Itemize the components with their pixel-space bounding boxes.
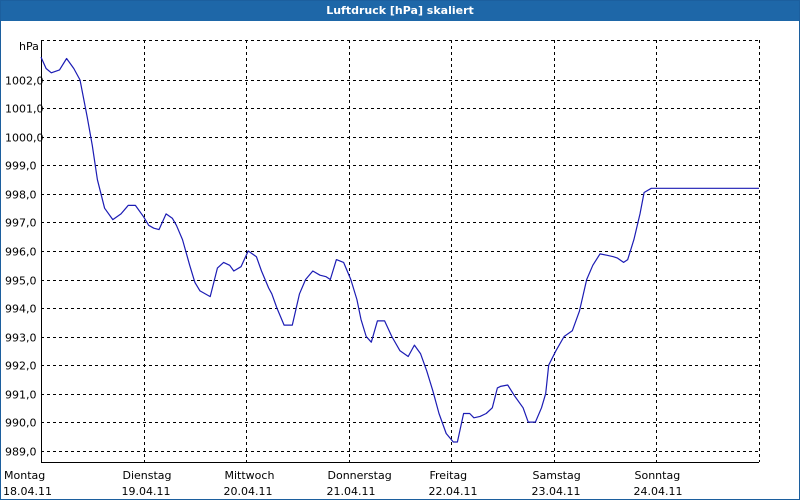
x-tick-day: Dienstag	[123, 469, 172, 482]
window-title: Luftdruck [hPa] skaliert	[1, 1, 799, 21]
y-tick-label: 999,0	[5, 160, 37, 173]
x-tick-day: Montag	[4, 469, 45, 482]
y-tick-label: 996,0	[5, 246, 37, 259]
y-tick-label: 990,0	[5, 417, 37, 430]
x-tick-day: Mittwoch	[225, 469, 275, 482]
grid	[41, 40, 759, 462]
y-axis-label: hPa	[19, 40, 39, 53]
x-tick-date: 22.04.11	[429, 485, 478, 498]
y-tick-label: 992,0	[5, 360, 37, 373]
y-tick-label: 989,0	[5, 446, 37, 459]
chart-window: Luftdruck [hPa] skaliert 989,0 990,0 991,0…	[0, 0, 800, 500]
x-tick-date: 24.04.11	[634, 485, 683, 498]
axes	[41, 40, 760, 463]
x-tick-day: Sonntag	[635, 469, 681, 482]
series-layer	[40, 56, 759, 443]
x-tick-date: 23.04.11	[532, 485, 581, 498]
x-tick-day: Samstag	[533, 469, 581, 482]
pressure-line	[40, 56, 759, 443]
x-tick-day: Donnerstag	[328, 469, 392, 482]
y-tick-label: 991,0	[5, 389, 37, 402]
x-tick-date: 20.04.11	[224, 485, 273, 498]
pressure-chart: 989,0 990,0 991,0 992,0 993,0 994,0 995,0 996,0…	[3, 40, 760, 498]
y-tick-label: 1001,0	[5, 103, 44, 116]
x-tick-date: 21.04.11	[327, 485, 376, 498]
y-tick-label: 997,0	[5, 217, 37, 230]
y-tick-label: 998,0	[5, 189, 37, 202]
x-tick-date: 18.04.11	[3, 485, 52, 498]
y-tick-label: 1000,0	[5, 132, 44, 145]
x-tick-date: 19.04.11	[122, 485, 171, 498]
y-tick-label: 994,0	[5, 303, 37, 316]
y-tick-label: 995,0	[5, 275, 37, 288]
y-tick-label: 1002,0	[5, 75, 44, 88]
y-tick-label: 993,0	[5, 332, 37, 345]
x-tick-day: Freitag	[430, 469, 468, 482]
